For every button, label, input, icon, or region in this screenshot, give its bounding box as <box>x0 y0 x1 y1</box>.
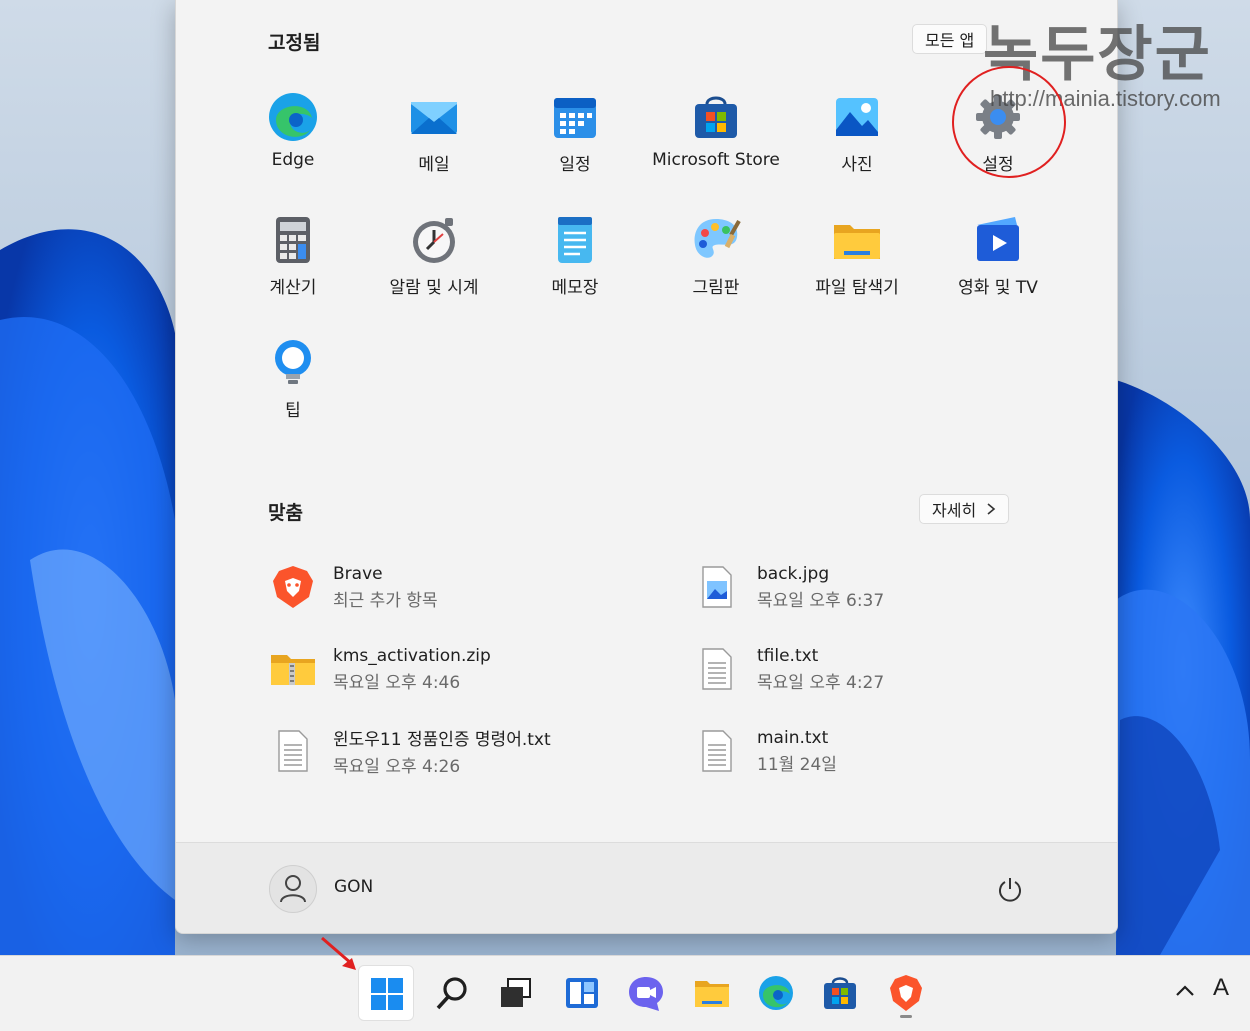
chat-icon <box>629 977 663 1011</box>
taskbar-start-button[interactable] <box>358 965 414 1021</box>
text-file-icon <box>702 648 732 690</box>
file-explorer-icon <box>834 225 880 259</box>
recommended-item-name: tfile.txt <box>757 645 819 666</box>
app-label: 메일 <box>418 155 450 175</box>
paint-palette-icon <box>694 219 741 258</box>
user-icon <box>280 875 306 903</box>
recommended-item-subtitle: 목요일 오후 4:27 <box>757 672 885 693</box>
task-view-icon <box>501 978 531 1007</box>
taskbar-file-explorer-button[interactable] <box>684 965 740 1021</box>
app-label: 사진 <box>841 155 873 175</box>
photos-icon <box>836 98 878 136</box>
recommended-item-subtitle: 목요일 오후 4:26 <box>333 757 461 777</box>
recommended-item-back-jpg[interactable]: back.jpg 목요일 오후 6:37 <box>693 558 1073 616</box>
taskbar-widgets-button[interactable] <box>554 965 610 1021</box>
image-file-icon <box>702 566 732 608</box>
recommended-item-subtitle: 목요일 오후 6:37 <box>757 590 885 611</box>
movies-tv-icon <box>977 217 1019 261</box>
chevron-up-icon[interactable] <box>1172 978 1198 1004</box>
recommended-item-tfile-txt[interactable]: tfile.txt 목요일 오후 4:27 <box>693 640 1073 698</box>
chevron-right-icon <box>987 503 996 515</box>
pinned-app-tips[interactable]: 팁 <box>223 336 363 446</box>
app-label: 파일 탐색기 <box>815 278 899 298</box>
recommended-item-main-txt[interactable]: main.txt 11월 24일 <box>693 722 1073 780</box>
start-menu-footer: GON <box>176 842 1117 933</box>
more-button[interactable]: 자세히 <box>919 494 1010 524</box>
user-name[interactable]: GON <box>334 877 373 897</box>
recommended-section-title: 맞춤 <box>268 502 303 524</box>
all-apps-label: 모든 앱 <box>925 31 975 50</box>
app-label: Edge <box>271 150 315 170</box>
all-apps-button[interactable]: 모든 앱 <box>912 24 988 54</box>
brave-icon <box>890 975 922 1011</box>
pinned-app-alarm-clock[interactable]: 알람 및 시계 <box>364 213 504 323</box>
taskbar-task-view-button[interactable] <box>488 965 544 1021</box>
search-icon <box>436 977 467 1010</box>
recommended-item-name: main.txt <box>757 727 829 748</box>
highlight-circle <box>952 66 1066 178</box>
recommended-item-name: 윈도우11 정품인증 명령어.txt <box>333 730 551 750</box>
edge-icon <box>759 976 793 1010</box>
taskbar-search-button[interactable] <box>424 965 480 1021</box>
zip-folder-icon <box>271 655 315 685</box>
app-label: 계산기 <box>269 278 317 298</box>
app-label: 그림판 <box>692 278 740 298</box>
app-label: 메모장 <box>551 278 599 298</box>
pinned-app-photos[interactable]: 사진 <box>787 90 927 200</box>
edge-icon <box>269 93 317 141</box>
pinned-app-calculator[interactable]: 계산기 <box>223 213 363 323</box>
app-label: 팁 <box>285 401 301 421</box>
input-method-indicator[interactable]: A <box>1213 974 1229 1002</box>
pinned-app-notepad[interactable]: 메모장 <box>505 213 645 323</box>
calculator-icon <box>276 217 310 263</box>
pinned-app-calendar[interactable]: 일정 <box>505 90 645 200</box>
pinned-app-edge[interactable]: Edge <box>223 90 363 200</box>
pinned-app-mail[interactable]: 메일 <box>364 90 504 200</box>
running-indicator <box>900 1015 912 1018</box>
recommended-item-subtitle: 목요일 오후 4:46 <box>333 672 461 693</box>
pinned-section-title: 고정됨 <box>268 32 321 54</box>
text-file-icon <box>702 730 732 772</box>
recommended-item-kms-activation-zip[interactable]: kms_activation.zip 목요일 오후 4:46 <box>269 640 649 698</box>
power-icon[interactable] <box>996 875 1024 903</box>
brave-icon <box>273 566 313 608</box>
user-avatar[interactable] <box>269 865 317 913</box>
pinned-app-file-explorer[interactable]: 파일 탐색기 <box>787 213 927 323</box>
taskbar-store-button[interactable] <box>812 965 868 1021</box>
app-label: 일정 <box>559 155 591 175</box>
text-file-icon <box>278 730 308 772</box>
store-icon <box>824 977 856 1009</box>
app-label: 알람 및 시계 <box>389 278 479 298</box>
recommended-item-subtitle: 11월 24일 <box>757 754 837 775</box>
app-label: 영화 및 TV <box>958 278 1038 298</box>
taskbar-chat-button[interactable] <box>618 965 674 1021</box>
pinned-app-paint[interactable]: 그림판 <box>646 213 786 323</box>
recommended-item-name: back.jpg <box>757 563 830 584</box>
pinned-app-microsoft-store[interactable]: Microsoft Store <box>646 90 786 200</box>
mail-icon <box>411 102 457 134</box>
recommended-item-brave[interactable]: Brave 최근 추가 항목 <box>269 558 649 616</box>
recommended-item-name: Brave <box>333 563 383 584</box>
notepad-icon <box>558 217 592 263</box>
recommended-item-subtitle: 최근 추가 항목 <box>333 590 438 611</box>
taskbar <box>0 955 1250 1031</box>
alarm-clock-icon <box>413 218 455 263</box>
tips-bulb-icon <box>275 340 311 384</box>
taskbar-edge-button[interactable] <box>748 965 804 1021</box>
recommended-item-windows11-activation-txt[interactable]: 윈도우11 정품인증 명령어.txt 목요일 오후 4:26 <box>269 722 649 780</box>
start-icon <box>371 978 403 1010</box>
store-icon <box>695 96 737 138</box>
widgets-icon <box>566 978 598 1008</box>
pinned-app-movies-tv[interactable]: 영화 및 TV <box>928 213 1068 323</box>
recommended-item-name: kms_activation.zip <box>333 645 491 666</box>
file-explorer-icon <box>695 981 729 1007</box>
calendar-icon <box>554 98 596 138</box>
taskbar-brave-button[interactable] <box>878 965 934 1021</box>
annotation-arrow <box>321 936 356 970</box>
more-label: 자세히 <box>932 501 977 520</box>
app-label: Microsoft Store <box>652 150 780 170</box>
